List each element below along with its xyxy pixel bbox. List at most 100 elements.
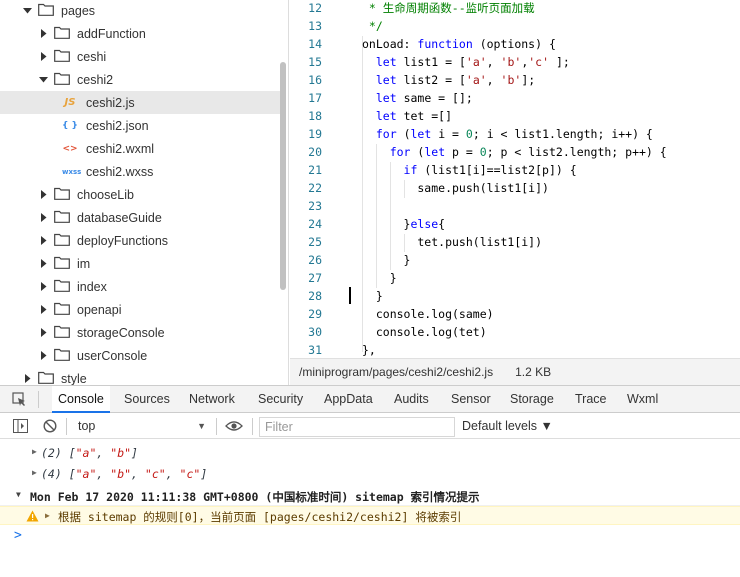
- tree-folder[interactable]: databaseGuide: [0, 206, 280, 229]
- chevron-right-icon[interactable]: [38, 236, 48, 246]
- tree-folder[interactable]: pages: [0, 0, 280, 22]
- line-number: 26: [308, 253, 322, 267]
- code-line[interactable]: 29 console.log(same): [290, 305, 740, 323]
- code-line[interactable]: 19 for (let i = 0; i < list1.length; i++…: [290, 125, 740, 143]
- file-explorer: pages addFunction ceshi ceshi2 JS ceshi2.js { …: [0, 0, 289, 385]
- tree-file[interactable]: wxss ceshi2.wxss: [0, 160, 280, 183]
- code-editor[interactable]: 12 * 生命周期函数--监听页面加载 13 */14 onLoad: functi…: [290, 0, 740, 358]
- tree-folder[interactable]: im: [0, 252, 280, 275]
- tree-file[interactable]: { } ceshi2.json: [0, 114, 280, 137]
- code-line[interactable]: 15 let list1 = ['a', 'b','c' ];: [290, 53, 740, 71]
- console-log-group[interactable]: ▼ Mon Feb 17 2020 11:11:38 GMT+0800 (中国标…: [0, 486, 740, 506]
- tree-folder[interactable]: addFunction: [0, 22, 280, 45]
- context-select[interactable]: top ▼: [72, 417, 212, 436]
- code-text: }: [362, 289, 383, 303]
- console-entry[interactable]: ▶ (2) ["a", "b"]: [0, 443, 740, 463]
- tree-item-label: userConsole: [77, 348, 148, 363]
- code-line[interactable]: 30 console.log(tet): [290, 323, 740, 341]
- chevron-right-icon[interactable]: [38, 190, 48, 200]
- chevron-right-icon[interactable]: [38, 351, 48, 361]
- console-entry[interactable]: ▶ (4) ["a", "b", "c", "c"]: [0, 464, 740, 484]
- tree-folder[interactable]: chooseLib: [0, 183, 280, 206]
- line-number: 28: [308, 289, 322, 303]
- tab-security[interactable]: Security: [252, 386, 309, 413]
- code-text: }else{: [362, 217, 446, 231]
- expand-arrow-icon[interactable]: ▶: [32, 468, 37, 477]
- code-text: onLoad: function (options) {: [362, 37, 556, 51]
- chevron-right-icon[interactable]: [38, 282, 48, 292]
- tab-audits[interactable]: Audits: [388, 386, 435, 413]
- folder-icon: [38, 371, 54, 386]
- tab-wxml[interactable]: Wxml: [621, 386, 664, 413]
- tree-item-label: chooseLib: [77, 187, 134, 202]
- chevron-right-icon[interactable]: [22, 374, 32, 384]
- line-number: 16: [308, 73, 322, 87]
- sidebar-toggle-icon[interactable]: [13, 419, 28, 436]
- tab-appdata[interactable]: AppData: [318, 386, 379, 413]
- expand-arrow-icon[interactable]: ▶: [32, 447, 37, 456]
- chevron-down-icon[interactable]: [38, 75, 48, 85]
- collapse-arrow-icon[interactable]: ▼: [16, 490, 21, 499]
- code-line[interactable]: 17 let same = [];: [290, 89, 740, 107]
- chevron-right-icon[interactable]: [38, 305, 48, 315]
- console-warning[interactable]: ▶ 根据 sitemap 的规则[0]，当前页面 [pages/ceshi2/c…: [0, 506, 740, 525]
- code-line[interactable]: 18 let tet =[]: [290, 107, 740, 125]
- tab-trace[interactable]: Trace: [569, 386, 613, 413]
- tree-file[interactable]: <> ceshi2.wxml: [0, 137, 280, 160]
- code-line[interactable]: 25 tet.push(list1[i]): [290, 233, 740, 251]
- chevron-right-icon[interactable]: [38, 29, 48, 39]
- code-line[interactable]: 31},: [290, 341, 740, 358]
- tree-folder[interactable]: ceshi: [0, 45, 280, 68]
- folder-icon: [54, 302, 70, 318]
- code-text: let list1 = ['a', 'b','c' ];: [375, 55, 570, 69]
- code-text: tet.push(list1[i]): [362, 235, 543, 249]
- folder-icon: [54, 72, 70, 88]
- filter-input[interactable]: Filter: [259, 417, 455, 437]
- code-line[interactable]: 14 onLoad: function (options) {: [290, 35, 740, 53]
- tab-sensor[interactable]: Sensor: [445, 386, 497, 413]
- line-number: 29: [308, 307, 322, 321]
- tree-folder[interactable]: ceshi2: [0, 68, 280, 91]
- tree-folder[interactable]: storageConsole: [0, 321, 280, 344]
- code-line[interactable]: 16 let list2 = ['a', 'b'];: [290, 71, 740, 89]
- chevron-down-icon[interactable]: [22, 6, 32, 16]
- log-levels-dropdown[interactable]: Default levels ▼: [462, 417, 553, 436]
- code-line[interactable]: 24 }else{: [290, 215, 740, 233]
- tree-folder[interactable]: userConsole: [0, 344, 280, 367]
- clear-console-icon[interactable]: [43, 419, 57, 436]
- chevron-right-icon[interactable]: [38, 328, 48, 338]
- code-line[interactable]: 20 for (let p = 0; p < list2.length; p++…: [290, 143, 740, 161]
- tab-network[interactable]: Network: [183, 386, 241, 413]
- code-line[interactable]: 27 }: [290, 269, 740, 287]
- code-line[interactable]: 28 }: [290, 287, 740, 305]
- chevron-right-icon[interactable]: [38, 259, 48, 269]
- tree-folder[interactable]: index: [0, 275, 280, 298]
- tree-folder[interactable]: style: [0, 367, 280, 385]
- tab-sources[interactable]: Sources: [118, 386, 176, 413]
- code-line[interactable]: 21 if (list1[i]==list2[p]) {: [290, 161, 740, 179]
- code-line[interactable]: 23: [290, 197, 740, 215]
- tree-folder[interactable]: openapi: [0, 298, 280, 321]
- tree-item-label: storageConsole: [77, 325, 165, 340]
- tree-folder[interactable]: deployFunctions: [0, 229, 280, 252]
- wxss-file-icon: wxss: [62, 167, 82, 176]
- tree-item-label: im: [77, 256, 91, 271]
- code-line[interactable]: 22 same.push(list1[i]): [290, 179, 740, 197]
- tree-file[interactable]: JS ceshi2.js: [0, 91, 280, 114]
- code-line[interactable]: 26 }: [290, 251, 740, 269]
- toolbar-divider: [66, 418, 67, 435]
- scrollbar-thumb[interactable]: [280, 62, 286, 290]
- console-prompt[interactable]: >: [14, 528, 22, 543]
- eye-icon[interactable]: [225, 419, 243, 436]
- expand-arrow-icon[interactable]: ▶: [45, 511, 50, 520]
- tab-storage[interactable]: Storage: [504, 386, 560, 413]
- chevron-right-icon[interactable]: [38, 52, 48, 62]
- tab-console[interactable]: Console: [52, 386, 110, 413]
- code-line[interactable]: 13 */: [290, 17, 740, 35]
- code-text: for (let p = 0; p < list2.length; p++) {: [389, 145, 667, 159]
- js-file-icon: JS: [64, 97, 76, 108]
- chevron-right-icon[interactable]: [38, 213, 48, 223]
- code-line[interactable]: 12 * 生命周期函数--监听页面加载: [290, 0, 740, 17]
- tree-item-label: ceshi: [77, 49, 107, 64]
- inspect-element-icon[interactable]: [12, 392, 27, 410]
